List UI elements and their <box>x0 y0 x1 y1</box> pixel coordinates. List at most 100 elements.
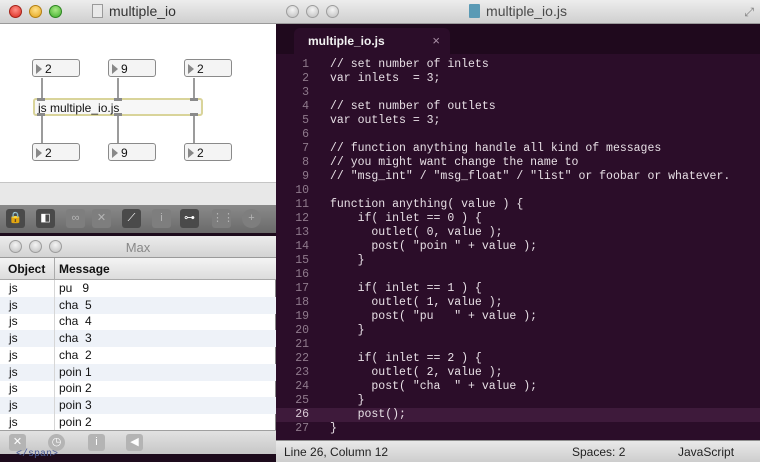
console-row[interactable]: js cha 2 <box>0 347 276 364</box>
code-line[interactable]: 22 if( inlet == 2 ) { <box>276 352 760 366</box>
add-icon[interactable]: + <box>242 209 261 228</box>
code-line[interactable]: 21 <box>276 338 760 352</box>
code-line[interactable]: 24 post( "cha " + value ); <box>276 380 760 394</box>
code-line[interactable]: 18 outlet( 1, value ); <box>276 296 760 310</box>
minimize-window-button[interactable] <box>29 5 42 18</box>
code-line[interactable]: 27} <box>276 422 760 436</box>
console-message: poin 2 <box>59 381 92 396</box>
console-row[interactable]: js cha 3 <box>0 330 276 348</box>
debug-icon[interactable]: ⟋ <box>122 209 141 228</box>
tab-close-icon[interactable]: × <box>432 33 440 48</box>
code-line[interactable]: 15 } <box>276 254 760 268</box>
line-text: if( inlet == 2 ) { <box>330 352 482 365</box>
console-row[interactable]: js pu 9 <box>0 280 276 297</box>
patcher-toolbar-buttons: 🔒 ◧ ∞ ✕ ⟋ i ⊶ ⋮⋮ + <box>0 205 276 233</box>
triangle-icon <box>36 64 42 74</box>
editor-titlebar[interactable]: multiple_io.js ⤢ <box>276 0 760 24</box>
presentation-icon[interactable]: ◧ <box>36 209 55 228</box>
column-header-message[interactable]: Message <box>59 262 110 276</box>
code-line[interactable]: 13 outlet( 0, value ); <box>276 226 760 240</box>
clear-icon[interactable]: ✕ <box>92 209 111 228</box>
line-number: 11 <box>295 198 309 211</box>
console-object: js <box>9 297 18 312</box>
code-line[interactable]: 7 // function anything handle all kind of… <box>276 142 760 156</box>
code-line[interactable]: 12 if( inlet == 0 ) { <box>276 212 760 226</box>
code-line[interactable]: 5 var outlets = 3; <box>276 114 760 128</box>
code-line[interactable]: 1 // set number of inlets <box>276 58 760 72</box>
number-box-inlet-3[interactable]: 2 <box>184 59 232 77</box>
column-header-object[interactable]: Object <box>8 262 45 276</box>
code-line[interactable]: 14 post( "poin " + value ); <box>276 240 760 254</box>
header-divider[interactable] <box>54 258 55 280</box>
slider-icon[interactable]: ⊶ <box>180 209 199 228</box>
line-text: if( inlet == 0 ) { <box>330 212 482 225</box>
code-line[interactable]: 10 <box>276 184 760 198</box>
code-line[interactable]: 17 if( inlet == 1 ) { <box>276 282 760 296</box>
indent-setting[interactable]: Spaces: 2 <box>572 445 625 459</box>
number-box-inlet-1[interactable]: 2 <box>32 59 80 77</box>
line-text: // set number of inlets <box>330 58 489 71</box>
line-number: 26 <box>295 408 309 421</box>
line-text: // set number of outlets <box>330 100 496 113</box>
code-line[interactable]: 26 post(); <box>276 408 760 422</box>
line-text: } <box>330 254 365 267</box>
patcher-canvas[interactable]: 2 9 2 js multiple_io.js 2 9 2 <box>0 24 276 182</box>
patch-cord[interactable] <box>41 116 43 143</box>
fullscreen-icon[interactable]: ⤢ <box>744 5 754 20</box>
line-number: 6 <box>302 128 309 141</box>
code-line[interactable]: 19 post( "pu " + value ); <box>276 310 760 324</box>
code-line[interactable]: 8 // you might want change the name to <box>276 156 760 170</box>
number-box-outlet-1[interactable]: 2 <box>32 143 80 161</box>
info-icon[interactable]: i <box>88 434 105 451</box>
patch-cord[interactable] <box>193 78 195 98</box>
tab-multiple-io-js[interactable]: multiple_io.js × <box>294 28 450 54</box>
code-line[interactable]: 16 <box>276 268 760 282</box>
max-titlebar[interactable]: Max <box>0 236 276 258</box>
code-line[interactable]: 6 <box>276 128 760 142</box>
patcher-toolbar: 🔒 ◧ ∞ ✕ ⟋ i ⊶ ⋮⋮ + <box>0 182 276 233</box>
console-row[interactable]: js poin 2 <box>0 380 276 397</box>
code-line[interactable]: 3 <box>276 86 760 100</box>
code-line[interactable]: 4 // set number of outlets <box>276 100 760 114</box>
code-editor[interactable]: 1 // set number of inlets 2 var inlets = 3;… <box>276 54 760 440</box>
line-text: outlet( 2, value ); <box>330 366 503 379</box>
console-row[interactable]: js poin 2 <box>0 414 276 431</box>
info-icon[interactable]: i <box>152 209 171 228</box>
line-number: 25 <box>295 394 309 407</box>
console-object: js <box>9 397 18 412</box>
code-line[interactable]: 20 } <box>276 324 760 338</box>
line-text: } <box>330 422 337 435</box>
syntax-selector[interactable]: JavaScript <box>678 445 734 459</box>
back-arrow-icon[interactable]: ◀ <box>126 434 143 451</box>
console-row[interactable]: js poin 1 <box>0 363 276 381</box>
object-inlet[interactable] <box>190 98 198 101</box>
console-object: js <box>9 314 18 329</box>
number-box-inlet-2[interactable]: 9 <box>108 59 156 77</box>
code-line[interactable]: 11 function anything( value ) { <box>276 198 760 212</box>
code-line[interactable]: 23 outlet( 2, value ); <box>276 366 760 380</box>
console-row[interactable]: js poin 3 <box>0 396 276 414</box>
number-box-outlet-2[interactable]: 9 <box>108 143 156 161</box>
line-text: post( "cha " + value ); <box>330 380 538 393</box>
lock-icon[interactable]: 🔒 <box>6 209 25 228</box>
object-inlet[interactable] <box>114 98 122 101</box>
zoom-window-button[interactable] <box>49 5 62 18</box>
patch-cord[interactable] <box>117 78 119 98</box>
patch-cord[interactable] <box>193 116 195 143</box>
object-inlet[interactable] <box>37 98 45 101</box>
close-window-button[interactable] <box>9 5 22 18</box>
patcher-titlebar[interactable]: multiple_io <box>0 0 276 24</box>
patch-cord[interactable] <box>117 116 119 143</box>
link-icon[interactable]: ∞ <box>66 209 85 228</box>
console-row[interactable]: js cha 5 <box>0 296 276 314</box>
console-row[interactable]: js cha 4 <box>0 313 276 330</box>
editor-window: multiple_io.js ⤢ multiple_io.js × 1 // se… <box>276 0 760 462</box>
number-box-outlet-3[interactable]: 2 <box>184 143 232 161</box>
code-line[interactable]: 25 } <box>276 394 760 408</box>
line-number: 14 <box>295 240 309 253</box>
grid-icon[interactable]: ⋮⋮ <box>212 209 234 228</box>
patch-cord[interactable] <box>41 78 43 98</box>
code-line[interactable]: 2 var inlets = 3; <box>276 72 760 86</box>
line-text: post(); <box>330 408 406 421</box>
code-line[interactable]: 9 // "msg_int" / "msg_float" / "list" or … <box>276 170 760 184</box>
